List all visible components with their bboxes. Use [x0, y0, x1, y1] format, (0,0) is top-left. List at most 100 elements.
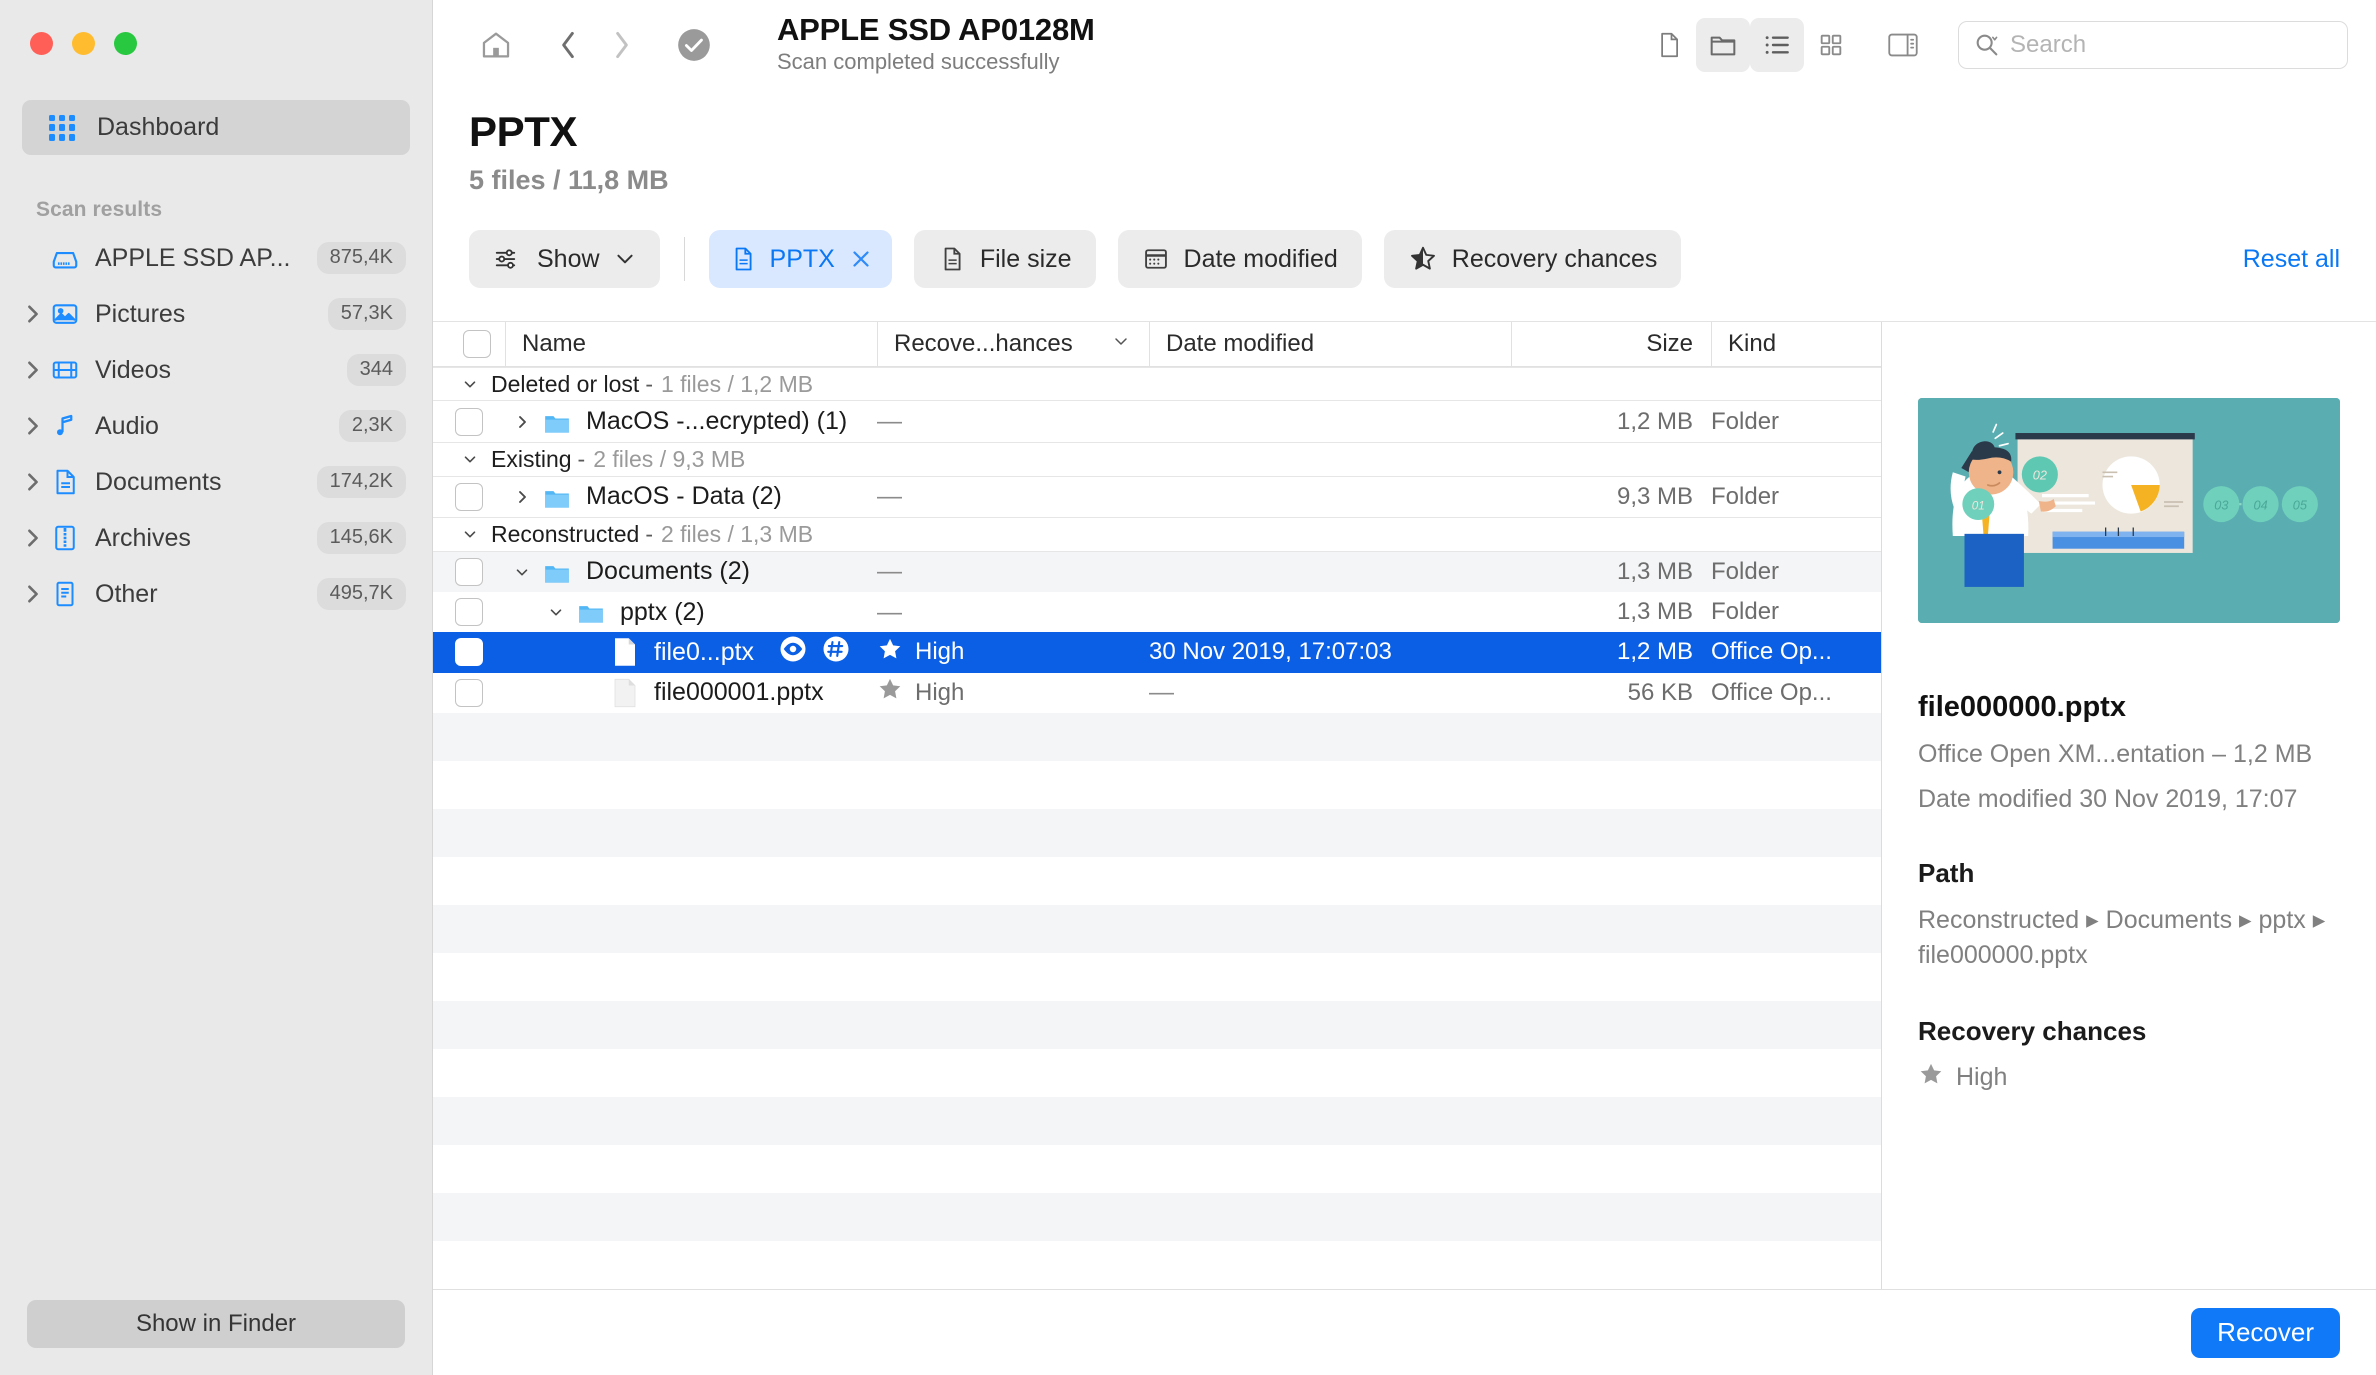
- filter-chip-recovery-chances[interactable]: Recovery chances: [1383, 230, 1682, 288]
- filter-chip-pptx[interactable]: PPTX: [708, 230, 892, 288]
- chevron-down-icon[interactable]: [505, 563, 539, 581]
- sidebar-item-dashboard[interactable]: Dashboard: [22, 100, 410, 155]
- chevron-right-icon[interactable]: [505, 487, 539, 507]
- check-circle-icon[interactable]: [667, 18, 721, 72]
- recover-button[interactable]: Recover: [2191, 1307, 2340, 1358]
- hash-icon[interactable]: [821, 634, 851, 671]
- sidebar-item-videos[interactable]: Videos 344: [0, 342, 432, 398]
- chevron-right-icon[interactable]: [18, 470, 48, 494]
- list-view-icon[interactable]: [1750, 18, 1804, 72]
- filter-chip-date-modified[interactable]: Date modified: [1117, 230, 1362, 288]
- detail-date-modified: Date modified 30 Nov 2019, 17:07: [1918, 785, 2298, 813]
- column-header-recovery-chances[interactable]: Recove...hances: [877, 322, 1149, 366]
- table-row[interactable]: file000001.pptx High — 56 KB Office Op..…: [433, 673, 1881, 713]
- row-size: 9,3 MB: [1616, 482, 1693, 510]
- row-checkbox[interactable]: [433, 632, 505, 672]
- table-row[interactable]: MacOS - Data (2) — 9,3 MB Folder: [433, 477, 1881, 517]
- sidebar: Dashboard Scan results APPLE SSD AP... 8…: [0, 0, 433, 1375]
- column-header-kind[interactable]: Kind: [1711, 322, 1881, 366]
- sidebar-item-badge: 57,3K: [327, 298, 406, 330]
- folder-view-icon[interactable]: [1696, 18, 1750, 72]
- sidebar-item-pictures[interactable]: Pictures 57,3K: [0, 286, 432, 342]
- row-chance-label: High: [915, 678, 965, 706]
- table-row-selected[interactable]: file0...ptx High 30 Nov 2019, 17:07:03 1…: [433, 632, 1881, 673]
- row-checkbox[interactable]: [433, 552, 505, 592]
- row-checkbox[interactable]: [433, 592, 505, 632]
- eye-icon[interactable]: [778, 634, 808, 671]
- pictures-icon: [48, 299, 82, 329]
- sidebar-toggle-icon[interactable]: [1876, 18, 1930, 72]
- chevron-down-icon[interactable]: [539, 603, 573, 621]
- chevron-right-icon[interactable]: [18, 358, 48, 382]
- filter-chip-file-size[interactable]: File size: [913, 230, 1096, 288]
- chevron-down-icon[interactable]: [461, 525, 479, 543]
- minimize-button[interactable]: [72, 32, 95, 55]
- chevron-down-icon[interactable]: [1111, 330, 1131, 358]
- close-button[interactable]: [30, 32, 53, 55]
- sidebar-item-audio[interactable]: Audio 2,3K: [0, 398, 432, 454]
- chevron-right-icon[interactable]: [505, 412, 539, 432]
- group-header-existing[interactable]: Existing - 2 files / 9,3 MB: [433, 441, 1881, 477]
- group-label: Deleted or lost: [491, 370, 640, 397]
- file-view-icon[interactable]: [1642, 18, 1696, 72]
- footer-bar: Recover: [433, 1289, 2376, 1375]
- checkbox-icon: [455, 557, 483, 586]
- folder-icon: [539, 409, 575, 435]
- row-date-modified: [1149, 552, 1511, 592]
- document-icon: [944, 247, 961, 271]
- sidebar-item-other[interactable]: Other 495,7K: [0, 566, 432, 622]
- chevron-down-icon: [616, 254, 633, 264]
- filter-chip-label: Recovery chances: [1451, 244, 1658, 273]
- other-icon: [48, 579, 82, 609]
- row-recovery-chance: High: [877, 673, 1149, 713]
- svg-text:02: 02: [2033, 468, 2047, 483]
- row-name-cell: file000001.pptx: [505, 673, 877, 713]
- chevron-down-icon[interactable]: [461, 375, 479, 393]
- group-header-reconstructed[interactable]: Reconstructed - 2 files / 1,3 MB: [433, 516, 1881, 552]
- file-icon: [607, 678, 643, 708]
- content-area: Name Recove...hances Date modified Size …: [433, 321, 2376, 1289]
- row-checkbox[interactable]: [433, 673, 505, 713]
- show-filter-button[interactable]: Show: [469, 230, 660, 288]
- group-meta: 2 files / 1,3 MB: [660, 520, 814, 547]
- chevron-down-icon[interactable]: [461, 450, 479, 468]
- window-traffic-lights: [0, 0, 432, 55]
- sliders-icon: [495, 249, 516, 269]
- sidebar-item-badge: 495,7K: [316, 578, 406, 610]
- filter-chip-label: Date modified: [1183, 244, 1338, 273]
- table-row[interactable]: MacOS -...ecrypted) (1) — 1,2 MB Folder: [433, 401, 1881, 441]
- row-name: file0...ptx: [654, 637, 755, 666]
- column-header-name[interactable]: Name: [505, 322, 877, 366]
- column-header-size[interactable]: Size: [1511, 322, 1711, 366]
- grid-view-icon[interactable]: [1804, 18, 1858, 72]
- forward-button[interactable]: [595, 18, 649, 72]
- calendar-icon: [1144, 249, 1167, 269]
- row-kind: Office Op...: [1711, 678, 1832, 706]
- reset-all-button[interactable]: Reset all: [2243, 245, 2340, 274]
- group-header-deleted-or-lost[interactable]: Deleted or lost - 1 files / 1,2 MB: [433, 366, 1881, 402]
- sidebar-item-documents[interactable]: Documents 174,2K: [0, 454, 432, 510]
- sidebar-item-archives[interactable]: Archives 145,6K: [0, 510, 432, 566]
- svg-text:03: 03: [2214, 497, 2228, 512]
- checkbox-icon: [455, 638, 483, 667]
- table-row[interactable]: Documents (2) — 1,3 MB Folder: [433, 551, 1881, 592]
- sidebar-item-label: Audio: [95, 411, 159, 440]
- row-kind: Folder: [1711, 598, 1780, 626]
- table-row[interactable]: pptx (2) — 1,3 MB Folder: [433, 592, 1881, 632]
- sidebar-item-apple-ssd[interactable]: APPLE SSD AP... 875,4K: [0, 230, 432, 286]
- back-button[interactable]: [541, 18, 595, 72]
- row-size: 1,3 MB: [1616, 557, 1693, 585]
- row-checkbox[interactable]: [433, 401, 505, 441]
- chevron-right-icon[interactable]: [18, 526, 48, 550]
- chevron-right-icon[interactable]: [18, 414, 48, 438]
- chevron-right-icon[interactable]: [18, 302, 48, 326]
- chevron-right-icon[interactable]: [18, 582, 48, 606]
- home-icon[interactable]: [469, 18, 523, 72]
- show-in-finder-button[interactable]: Show in Finder: [27, 1300, 405, 1348]
- select-all-checkbox[interactable]: [433, 322, 505, 366]
- search-input[interactable]: Search: [1958, 21, 2348, 69]
- row-checkbox[interactable]: [433, 477, 505, 517]
- detail-path-value: Reconstructed ▸ Documents ▸ pptx ▸ file0…: [1918, 906, 2326, 969]
- column-header-date-modified[interactable]: Date modified: [1149, 322, 1511, 366]
- zoom-button[interactable]: [114, 32, 137, 55]
